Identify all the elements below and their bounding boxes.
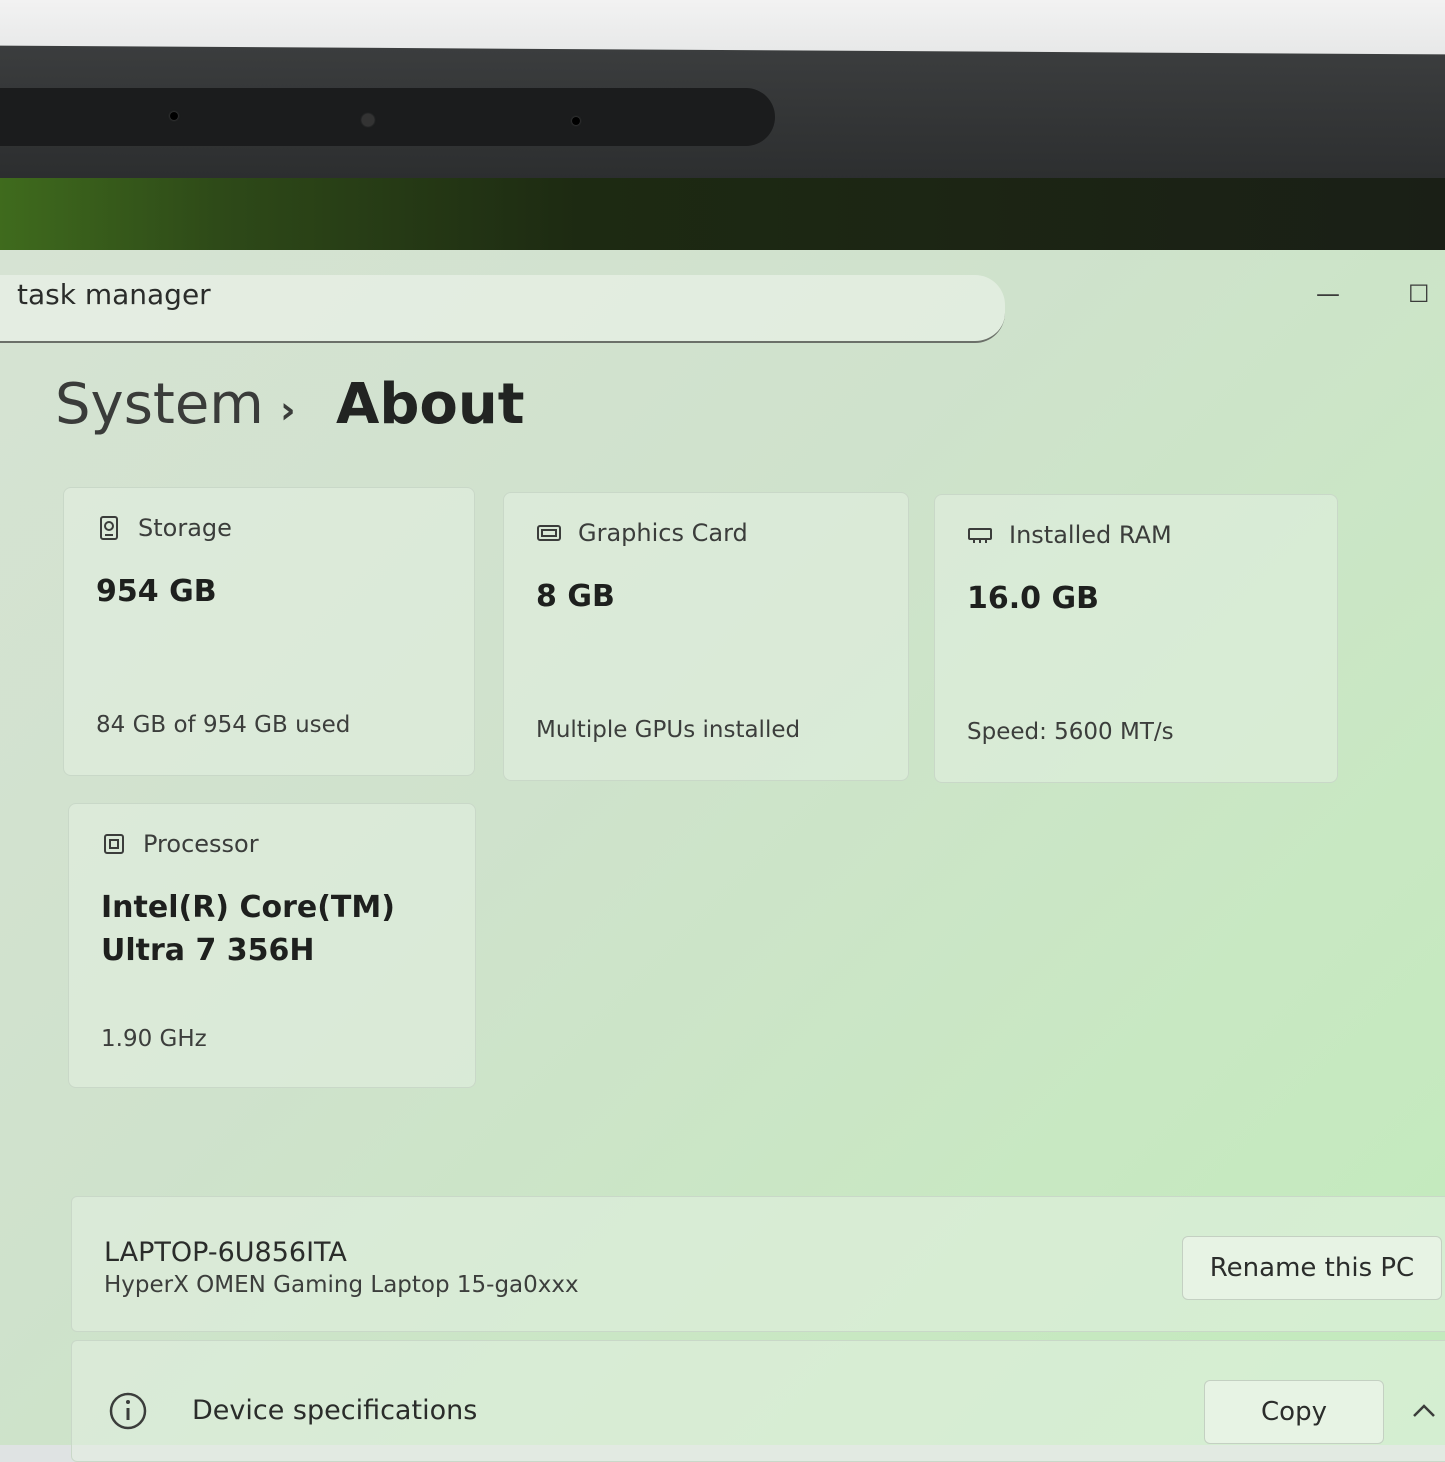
info-icon <box>109 1392 147 1430</box>
webcam-strip <box>0 88 775 146</box>
ram-title: Installed RAM <box>1009 521 1172 549</box>
storage-card-header: Storage <box>96 514 232 542</box>
maximize-button[interactable]: ☐ <box>1408 280 1430 308</box>
processor-card[interactable]: Processor Intel(R) Core(TM) Ultra 7 356H… <box>68 803 476 1088</box>
copy-button[interactable]: Copy <box>1204 1380 1384 1444</box>
storage-title: Storage <box>138 514 232 542</box>
ram-value: 16.0 GB <box>967 581 1099 616</box>
sensor-dot <box>170 112 178 120</box>
graphics-card[interactable]: Graphics Card 8 GB Multiple GPUs install… <box>503 492 909 781</box>
graphics-subtext: Multiple GPUs installed <box>536 717 801 743</box>
breadcrumb-system[interactable]: System <box>55 372 264 437</box>
sensor-dot <box>572 117 580 125</box>
ram-card-header: Installed RAM <box>967 521 1172 549</box>
gpu-icon <box>537 525 561 541</box>
ram-speed: Speed: 5600 MT/s <box>967 719 1174 745</box>
search-input[interactable]: task manager <box>17 278 211 311</box>
processor-speed: 1.90 GHz <box>101 1026 207 1052</box>
pc-model: HyperX OMEN Gaming Laptop 15-ga0xxx <box>104 1272 579 1298</box>
breadcrumb-separator: › <box>280 388 296 432</box>
ram-icon <box>968 528 992 543</box>
minimize-button[interactable]: — <box>1316 280 1340 308</box>
processor-value: Intel(R) Core(TM) Ultra 7 356H <box>101 890 395 968</box>
camera-lens <box>362 114 374 126</box>
storage-usage: 84 GB of 954 GB used <box>96 712 351 738</box>
taskbar-edge <box>0 178 1445 260</box>
graphics-card-header: Graphics Card <box>536 519 748 547</box>
device-specs-label: Device specifications <box>192 1395 478 1426</box>
chevron-up-icon[interactable] <box>1412 1401 1436 1419</box>
storage-icon <box>100 516 118 540</box>
storage-value: 954 GB <box>96 574 217 609</box>
graphics-value: 8 GB <box>536 579 615 614</box>
cpu-icon <box>104 834 124 854</box>
storage-card[interactable]: Storage 954 GB 84 GB of 954 GB used <box>63 487 475 776</box>
rename-pc-button[interactable]: Rename this PC <box>1182 1236 1442 1300</box>
graphics-title: Graphics Card <box>578 519 748 547</box>
ram-card[interactable]: Installed RAM 16.0 GB Speed: 5600 MT/s <box>934 494 1338 783</box>
processor-card-header: Processor <box>101 830 259 858</box>
pc-name: LAPTOP-6U856ITA <box>104 1237 347 1268</box>
processor-title: Processor <box>143 830 259 858</box>
page-title: About <box>336 372 525 437</box>
